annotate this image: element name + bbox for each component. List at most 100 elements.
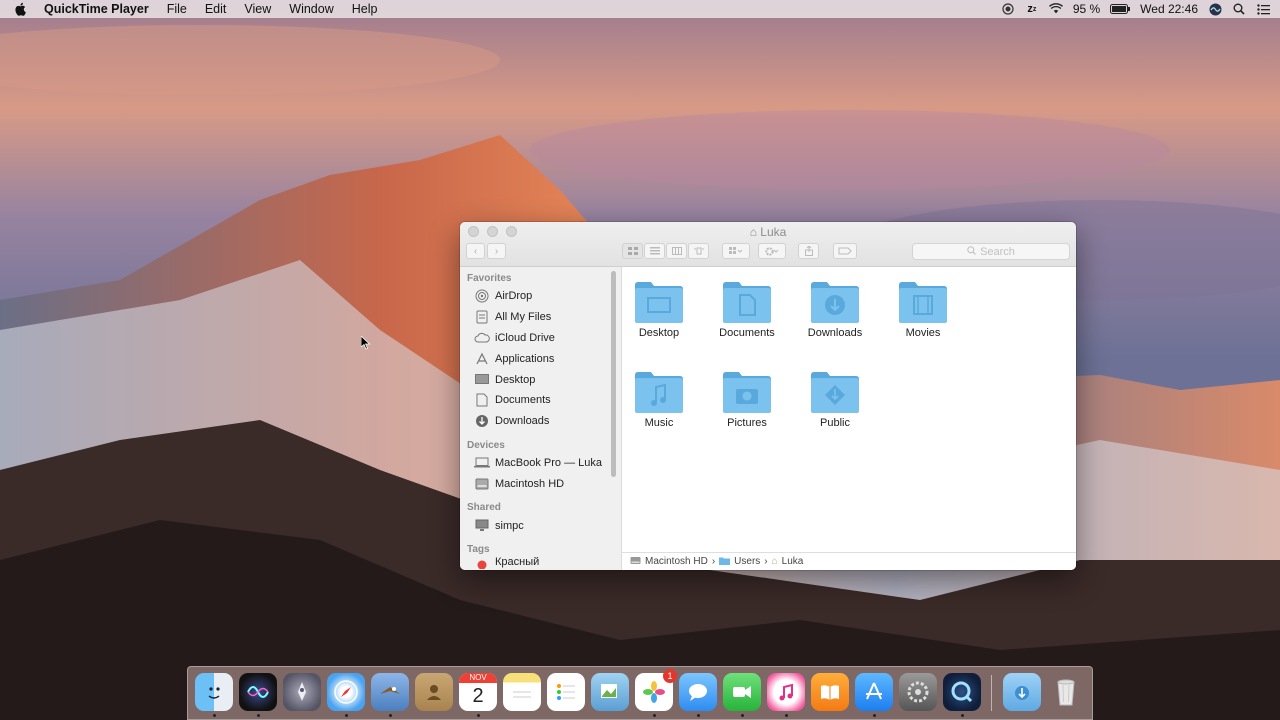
sidebar-item-documents[interactable]: Documents <box>460 390 621 411</box>
share-button[interactable] <box>798 243 819 259</box>
finder-window: ⌂ Luka ‹ › Search Favorites AirDrop All … <box>460 222 1076 570</box>
folder-label: Downloads <box>807 327 863 339</box>
dock-contacts-icon[interactable] <box>415 673 453 711</box>
folder-public[interactable]: Public <box>795 369 875 429</box>
sidebar-item-label: Applications <box>495 352 555 365</box>
dock-preview-icon[interactable] <box>591 673 629 711</box>
folder-label: Pictures <box>727 417 767 429</box>
menu-file[interactable]: File <box>167 2 187 16</box>
folder-desktop[interactable]: Desktop <box>619 279 699 339</box>
dock-trash-icon[interactable] <box>1047 673 1085 711</box>
sidebar-item-simpc[interactable]: simpc <box>460 515 621 536</box>
sidebar-item-macintosh-hd[interactable]: Macintosh HD <box>460 473 621 494</box>
running-indicator <box>697 714 700 717</box>
dock-system-preferences-icon[interactable] <box>899 673 937 711</box>
folder-pictures[interactable]: Pictures <box>707 369 787 429</box>
battery-percent[interactable]: 95 % <box>1073 2 1100 16</box>
folder-label: Music <box>644 417 674 429</box>
desktop-icon <box>474 373 490 387</box>
home-icon: ⌂ <box>771 556 778 567</box>
sidebar-item-downloads[interactable]: Downloads <box>460 411 621 432</box>
sidebar-item-macbook-pro-luka[interactable]: MacBook Pro — Luka <box>460 453 621 474</box>
window-titlebar[interactable]: ⌂ Luka ‹ › Search <box>460 222 1076 267</box>
dock-safari-icon[interactable] <box>327 673 365 711</box>
clock[interactable]: Wed 22:46 <box>1140 2 1198 16</box>
laptop-icon <box>474 456 490 470</box>
sleep-z-icon[interactable]: zz <box>1025 2 1039 16</box>
path-item-users[interactable]: Users <box>734 556 760 567</box>
sidebar-item-airdrop[interactable]: AirDrop <box>460 286 621 307</box>
cover-flow-button[interactable] <box>688 243 709 259</box>
dock-facetime-icon[interactable] <box>723 673 761 711</box>
screen-recording-icon[interactable] <box>1001 2 1015 16</box>
menu-app-name[interactable]: QuickTime Player <box>44 2 149 16</box>
battery-icon[interactable] <box>1110 2 1131 16</box>
dock-finder-icon[interactable] <box>195 673 233 711</box>
dock-launchpad-icon[interactable] <box>283 673 321 711</box>
folder-label: Documents <box>719 327 775 339</box>
sidebar-item-icloud-drive[interactable]: iCloud Drive <box>460 328 621 349</box>
action-gear-button[interactable] <box>758 243 786 259</box>
running-indicator <box>389 714 392 717</box>
menu-window[interactable]: Window <box>289 2 333 16</box>
sidebar-item-label: Красный <box>495 556 540 568</box>
dock-ibooks-icon[interactable] <box>811 673 849 711</box>
menu-view[interactable]: View <box>244 2 271 16</box>
menu-edit[interactable]: Edit <box>205 2 227 16</box>
dock-messages-icon[interactable] <box>679 673 717 711</box>
folder-icon <box>723 372 771 413</box>
menu-bar: QuickTime Player File Edit View Window H… <box>0 0 1280 18</box>
notification-center-icon[interactable] <box>1256 2 1270 16</box>
applications-icon <box>474 352 490 366</box>
folder-icon <box>811 282 859 323</box>
sidebar-header-shared: Shared <box>467 502 501 514</box>
siri-icon[interactable] <box>1208 2 1222 16</box>
folder-music[interactable]: Music <box>619 369 699 429</box>
sidebar-scrollbar[interactable] <box>611 271 616 477</box>
folder-label: Desktop <box>638 327 680 339</box>
dock-notes-icon[interactable] <box>503 673 541 711</box>
folder-icon <box>635 372 683 413</box>
wifi-icon[interactable] <box>1048 2 1063 16</box>
path-item-luka[interactable]: Luka <box>782 556 804 567</box>
dock-mail-eagle-icon[interactable] <box>371 673 409 711</box>
dock-app-store-icon[interactable] <box>855 673 893 711</box>
documents-icon <box>474 393 490 407</box>
sidebar-item-label: AirDrop <box>495 290 533 303</box>
dock-calendar-icon[interactable]: NOV 2 <box>459 673 497 711</box>
path-bar: Macintosh HD › Users › ⌂ Luka <box>622 552 1076 570</box>
menu-help[interactable]: Help <box>352 2 378 16</box>
apple-menu-icon[interactable] <box>14 2 30 16</box>
sidebar-item-desktop[interactable]: Desktop <box>460 369 621 390</box>
hard-drive-icon <box>630 556 641 568</box>
dock-separator <box>991 675 992 711</box>
forward-button[interactable]: › <box>487 243 506 259</box>
dock-quicktime-icon[interactable] <box>943 673 981 711</box>
list-view-button[interactable] <box>644 243 665 259</box>
dock-downloads-stack-icon[interactable] <box>1003 673 1041 711</box>
edit-tags-button[interactable] <box>833 243 857 259</box>
arrange-menu-button[interactable] <box>722 243 750 259</box>
sidebar-item-all-my-files[interactable]: All My Files <box>460 307 621 328</box>
running-indicator <box>653 714 656 717</box>
spotlight-search-icon[interactable] <box>1232 2 1246 16</box>
folder-movies[interactable]: Movies <box>883 279 963 339</box>
dock-photos-icon[interactable]: 1 <box>635 669 677 711</box>
dock-itunes-icon[interactable] <box>767 673 805 711</box>
folder-documents[interactable]: Documents <box>707 279 787 339</box>
path-item-macintosh-hd[interactable]: Macintosh HD <box>645 556 708 567</box>
dock-reminders-icon[interactable] <box>547 673 585 711</box>
sidebar-item-label: simpc <box>495 519 524 532</box>
running-indicator <box>785 714 788 717</box>
column-view-button[interactable] <box>666 243 687 259</box>
icon-view-button[interactable] <box>622 243 643 259</box>
back-button[interactable]: ‹ <box>466 243 485 259</box>
sidebar-item-tag-red[interactable]: Красный <box>460 557 621 569</box>
running-indicator <box>477 714 480 717</box>
all-files-icon <box>474 310 490 324</box>
folder-downloads[interactable]: Downloads <box>795 279 875 339</box>
finder-sidebar: Favorites AirDrop All My Files iCloud Driv… <box>460 267 622 570</box>
sidebar-item-applications[interactable]: Applications <box>460 348 621 369</box>
dock-siri-icon[interactable] <box>239 673 277 711</box>
search-field[interactable]: Search <box>912 243 1070 260</box>
